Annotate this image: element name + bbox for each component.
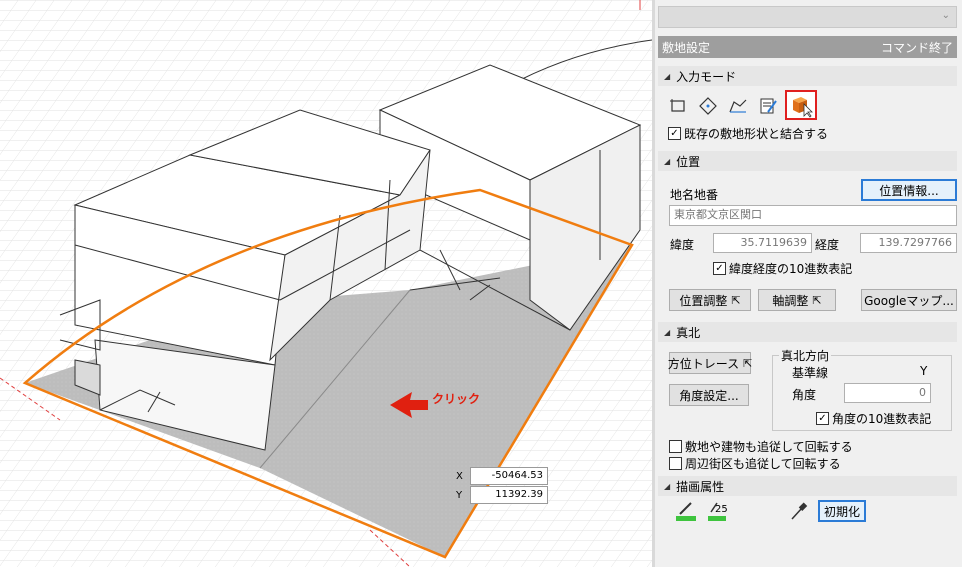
section-draw-attributes[interactable]: ◢ 描画属性 (658, 476, 957, 496)
section-true-north[interactable]: ◢ 真北 (658, 322, 957, 342)
coord-y-value[interactable]: 11392.39 (470, 486, 548, 504)
end-command-button[interactable]: コマンド終了 (881, 39, 953, 56)
panel-title: 敷地設定 (662, 40, 711, 55)
latlng-decimal-checkbox-box[interactable]: ✓ (713, 262, 726, 275)
site-settings-panel: ⌄ 敷地設定 コマンド終了 ◢ 入力モード ✓ 既存の敷地形状と結合する ◢ 位… (655, 0, 962, 567)
3d-viewport[interactable]: クリック X -50464.53 Y 11392.39 (0, 0, 652, 567)
rotate-site-checkbox-box[interactable] (669, 440, 682, 453)
line-width-value: 25 (715, 504, 728, 515)
latitude-input[interactable]: 35.7119639 (713, 233, 812, 253)
longitude-label: 経度 (815, 238, 840, 252)
address-input[interactable]: 東京都文京区関口 (669, 205, 957, 226)
longitude-input[interactable]: 139.7297766 (860, 233, 957, 253)
angle-settings-button[interactable]: 角度設定... (669, 384, 749, 406)
section-input-mode-title: 入力モード (676, 69, 737, 84)
collapse-triangle-icon: ◢ (664, 481, 671, 491)
latlng-decimal-checkbox[interactable]: ✓ 緯度経度の10進数表記 (713, 260, 852, 277)
latlng-decimal-label: 緯度経度の10進数表記 (729, 262, 853, 276)
eyedropper-icon[interactable] (789, 500, 809, 522)
location-info-button[interactable]: 位置情報... (861, 179, 957, 201)
coord-x-row: X -50464.53 (456, 467, 548, 485)
panel-selector-combo[interactable]: ⌄ (658, 6, 957, 28)
panel-titlebar: 敷地設定 コマンド終了 (658, 36, 957, 58)
section-true-north-title: 真北 (676, 325, 701, 340)
select-building-mode-icon (793, 97, 813, 118)
angle-decimal-label: 角度の10進数表記 (832, 412, 932, 426)
angle-decimal-checkbox-box[interactable]: ✓ (816, 412, 829, 425)
true-north-direction-title: 真北方向 (779, 347, 832, 364)
section-position-title: 位置 (676, 154, 701, 169)
baseline-label: 基準線 (792, 366, 829, 380)
latitude-label: 緯度 (670, 238, 695, 252)
azimuth-trace-label: 方位トレース (667, 356, 740, 371)
line-color-icon[interactable] (675, 500, 697, 522)
section-input-mode[interactable]: ◢ 入力モード (658, 66, 957, 86)
scene-canvas[interactable] (0, 0, 652, 567)
rotate-site-checkbox[interactable]: 敷地や建物も追従して回転する (669, 438, 853, 455)
cursor-icon: ⇱ (812, 293, 822, 307)
angle-decimal-checkbox[interactable]: ✓ 角度の10進数表記 (816, 410, 931, 427)
cursor-icon: ⇱ (731, 293, 741, 307)
coord-y-label: Y (456, 489, 463, 501)
angle-input[interactable]: 0 (844, 383, 931, 403)
section-draw-attributes-title: 描画属性 (676, 479, 725, 494)
reset-button[interactable]: 初期化 (818, 500, 866, 522)
polygon-mode-icon[interactable] (698, 96, 718, 116)
adjust-axis-label: 軸調整 (772, 293, 809, 308)
click-label: クリック (432, 392, 481, 406)
adjust-position-button[interactable]: 位置調整 ⇱ (669, 289, 751, 311)
coord-x-label: X (456, 470, 463, 482)
edit-mode-icon[interactable] (758, 96, 778, 116)
adjust-position-label: 位置調整 (679, 293, 728, 308)
collapse-triangle-icon: ◢ (664, 327, 671, 337)
google-map-button[interactable]: Googleマップ... (861, 289, 957, 311)
combine-existing-checkbox[interactable]: ✓ 既存の敷地形状と結合する (668, 125, 828, 142)
adjust-axis-button[interactable]: 軸調整 ⇱ (758, 289, 836, 311)
line-width-button[interactable]: 25 (707, 500, 731, 522)
rotate-block-label: 周辺街区も追従して回転する (685, 457, 841, 471)
coord-y-row: Y 11392.39 (456, 486, 548, 504)
azimuth-trace-button[interactable]: 方位トレース ⇱ (667, 352, 753, 374)
rotate-site-label: 敷地や建物も追従して回転する (685, 440, 853, 454)
cursor-icon: ⇱ (743, 356, 753, 370)
section-position[interactable]: ◢ 位置 (658, 151, 957, 171)
polyline-mode-icon[interactable] (728, 96, 748, 116)
rectangle-mode-icon[interactable] (668, 96, 688, 116)
collapse-triangle-icon: ◢ (664, 156, 671, 166)
rotate-block-checkbox-box[interactable] (669, 457, 682, 470)
angle-label: 角度 (792, 388, 817, 402)
chevron-down-icon: ⌄ (941, 10, 950, 21)
combine-existing-checkbox-box[interactable]: ✓ (668, 127, 681, 140)
baseline-value: Y (920, 364, 928, 378)
address-label: 地名地番 (670, 188, 719, 202)
select-building-mode-button[interactable] (785, 90, 817, 120)
coord-x-value[interactable]: -50464.53 (470, 467, 548, 485)
collapse-triangle-icon: ◢ (664, 71, 671, 81)
rotate-block-checkbox[interactable]: 周辺街区も追従して回転する (669, 455, 841, 472)
combine-existing-label: 既存の敷地形状と結合する (684, 127, 829, 141)
